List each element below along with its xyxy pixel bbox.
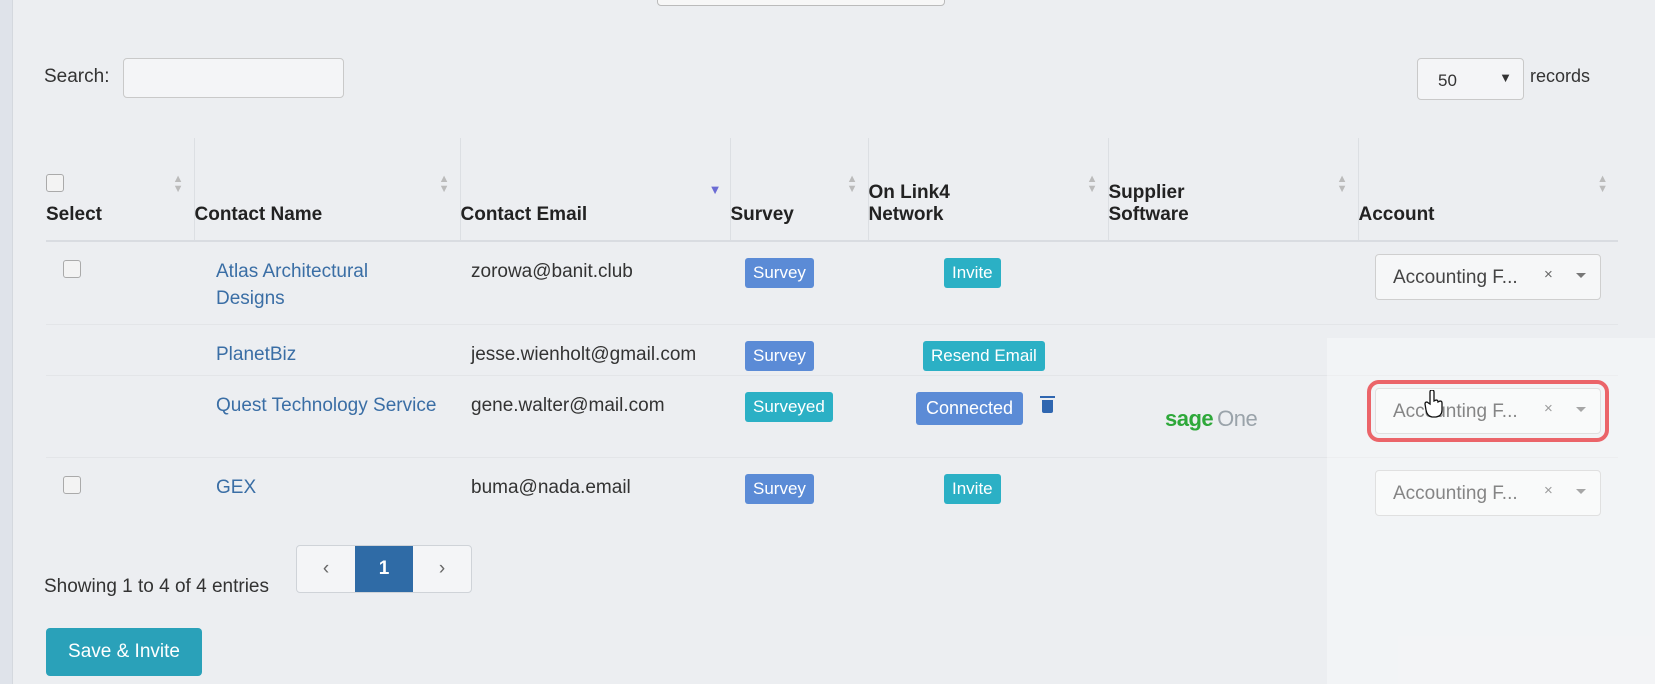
search-input[interactable] <box>123 58 344 98</box>
table-row: Quest Technology Service gene.walter@mai… <box>46 375 1618 457</box>
contact-name-link[interactable]: Atlas Architectural Designs <box>216 258 459 312</box>
contact-name-link[interactable]: GEX <box>216 474 459 501</box>
column-account-label: Account <box>1358 204 1435 225</box>
table-row: Atlas Architectural Designs zorowa@banit… <box>46 241 1618 324</box>
connected-badge[interactable]: Connected <box>916 391 1024 425</box>
column-network[interactable]: On Link4 Network ▲ ▼ <box>868 138 1109 241</box>
contact-email: zorowa@banit.club <box>471 261 633 282</box>
column-software-label-1: Supplier <box>1108 182 1185 203</box>
sort-icon: ▲ ▼ <box>172 173 184 195</box>
table-header-row: Select ▲ ▼ Contact Name ▲ ▼ Contact Email … <box>46 138 1618 241</box>
contact-email: buma@nada.email <box>471 476 631 498</box>
column-network-label-2: Network <box>868 204 944 225</box>
sage-logo-text: sage <box>1165 405 1214 431</box>
account-select[interactable]: Accounting F... × <box>1375 254 1601 300</box>
row-checkbox[interactable] <box>63 475 81 494</box>
account-value: Accounting F... <box>1393 400 1518 422</box>
contact-email: jesse.wienholt@gmail.com <box>471 343 697 365</box>
column-contact-name-label: Contact Name <box>194 204 323 225</box>
survey-button[interactable]: Survey <box>745 340 814 371</box>
column-survey-label: Survey <box>730 204 794 225</box>
column-software-label-2: Software <box>1108 204 1189 225</box>
survey-button[interactable]: Survey <box>745 473 814 504</box>
column-account[interactable]: Account ▲ ▼ <box>1358 138 1618 241</box>
account-select[interactable]: Accounting F... × <box>1375 469 1601 516</box>
row-checkbox[interactable] <box>63 260 81 278</box>
entries-info: Showing 1 to 4 of 4 entries <box>44 576 269 597</box>
column-contact-email[interactable]: Contact Email ▼ <box>460 138 731 241</box>
contact-name-line2: Designs <box>216 288 285 309</box>
column-contact-email-label: Contact Email <box>460 204 588 225</box>
chevron-down-icon <box>1576 273 1586 278</box>
records-label: records <box>1530 66 1591 86</box>
sort-icon: ▲ ▼ <box>438 173 450 195</box>
column-network-label-1: On Link4 <box>868 182 950 203</box>
column-survey[interactable]: Survey ▲ ▼ <box>730 138 869 241</box>
top-partial-input[interactable] <box>657 0 945 6</box>
chevron-down-icon <box>1576 406 1586 412</box>
search-label: Search: <box>44 66 110 87</box>
sage-one-logo: sage One <box>1165 405 1258 432</box>
column-supplier-software[interactable]: Supplier Software ▲ ▼ <box>1108 138 1359 241</box>
records-value: 50 <box>1438 71 1457 90</box>
column-contact-name[interactable]: Contact Name ▲ ▼ <box>194 138 461 241</box>
table-row: GEX buma@nada.email Survey Invite Accoun… <box>46 457 1618 531</box>
clear-icon[interactable]: × <box>1544 266 1553 283</box>
records-per-page-select[interactable]: 50 ▼ <box>1417 58 1524 100</box>
sort-icon: ▲ ▼ <box>1597 173 1608 195</box>
surveyed-badge[interactable]: Surveyed <box>745 391 833 422</box>
trash-icon[interactable] <box>1040 395 1056 413</box>
resend-email-button[interactable]: Resend Email <box>923 340 1045 371</box>
select-all-checkbox[interactable] <box>46 174 64 192</box>
one-logo-text: One <box>1217 405 1258 431</box>
save-invite-button[interactable]: Save & Invite <box>46 628 202 676</box>
account-value: Accounting F... <box>1393 267 1518 288</box>
contacts-table: Select ▲ ▼ Contact Name ▲ ▼ Contact Email … <box>46 138 1618 531</box>
sort-icon: ▲ ▼ <box>1086 173 1098 195</box>
pagination: ‹ 1 › <box>296 545 472 593</box>
sort-icon: ▲ ▼ <box>1336 173 1348 195</box>
next-page-button[interactable]: › <box>413 546 471 592</box>
page-button-1[interactable]: 1 <box>355 546 413 592</box>
table-row: PlanetBiz jesse.wienholt@gmail.com Surve… <box>46 324 1618 375</box>
prev-page-button[interactable]: ‹ <box>297 546 355 592</box>
left-edge-panel <box>0 0 13 684</box>
dropdown-caret-icon: ▼ <box>1499 70 1512 85</box>
invite-button[interactable]: Invite <box>944 258 1001 288</box>
clear-icon[interactable]: × <box>1544 482 1553 499</box>
hand-pointer-icon <box>1424 390 1443 418</box>
contact-name-link[interactable]: PlanetBiz <box>216 341 459 368</box>
clear-icon[interactable]: × <box>1544 400 1553 417</box>
account-select-highlighted[interactable]: Accounting F... × <box>1367 379 1609 442</box>
column-select-label: Select <box>46 204 102 225</box>
column-select[interactable]: Select ▲ ▼ <box>46 138 195 241</box>
contact-name-line1: Atlas Architectural <box>216 261 369 282</box>
sort-desc-icon: ▼ <box>708 182 722 197</box>
chevron-down-icon <box>1576 488 1586 494</box>
contact-name-link[interactable]: Quest Technology Service <box>216 392 459 419</box>
survey-button[interactable]: Survey <box>745 258 814 288</box>
invite-button[interactable]: Invite <box>944 473 1001 504</box>
account-value: Accounting F... <box>1393 482 1518 504</box>
sort-icon: ▲ ▼ <box>846 173 858 195</box>
contact-email: gene.walter@mail.com <box>471 394 665 416</box>
